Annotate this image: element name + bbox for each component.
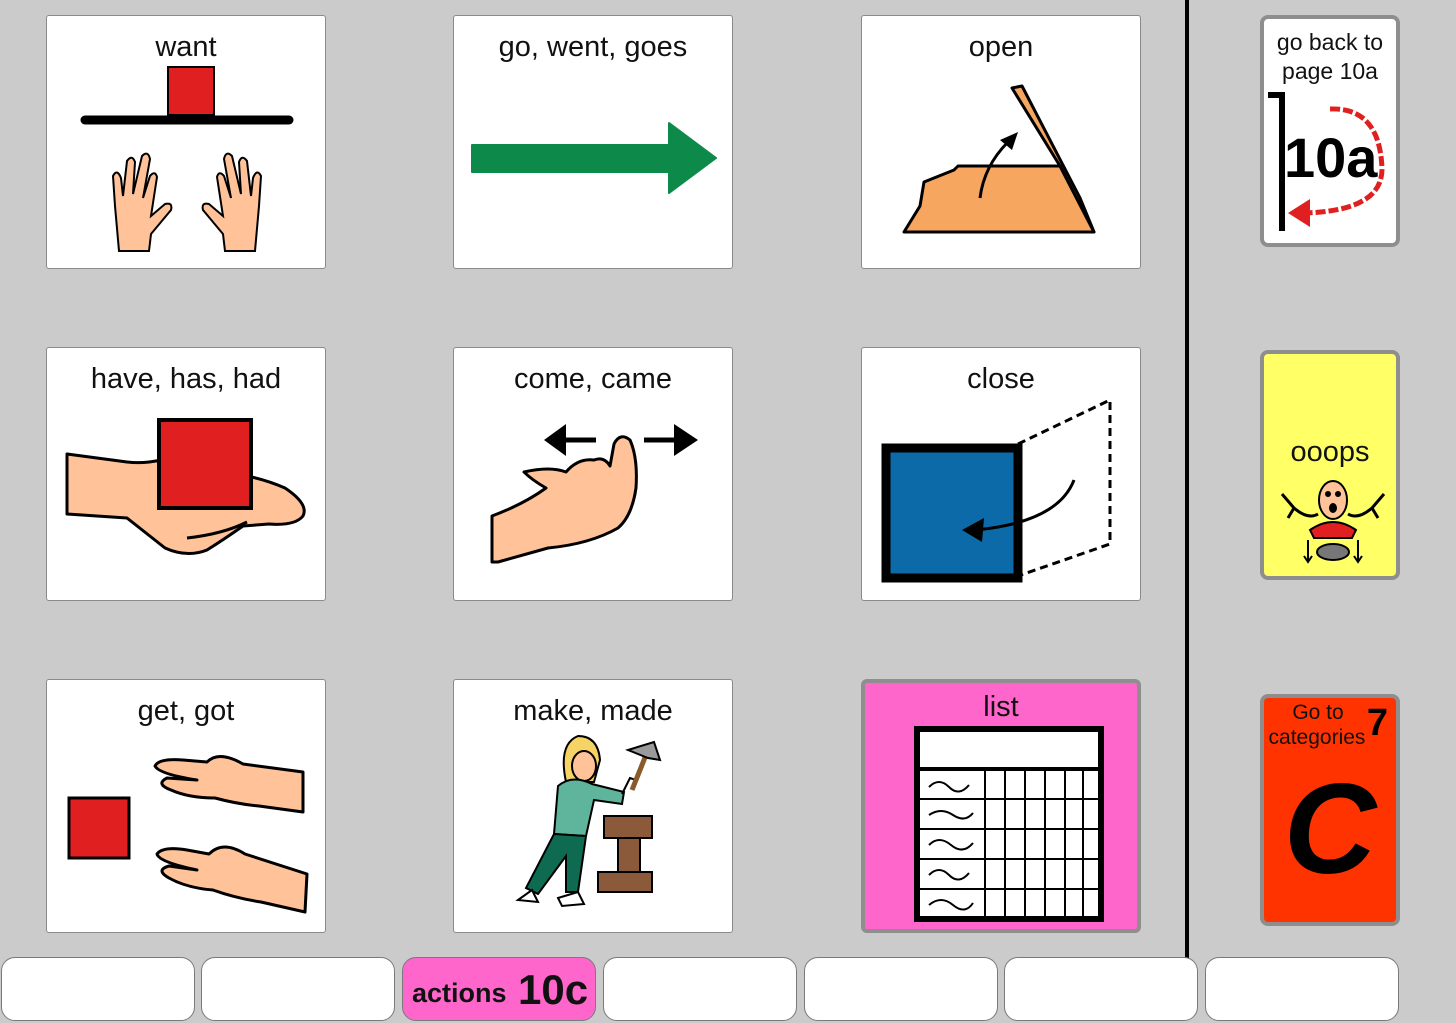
want-button[interactable]: want — [46, 15, 326, 269]
come-button[interactable]: come, came — [453, 347, 733, 601]
tab-2[interactable] — [201, 957, 395, 1021]
tab-actions-word: actions — [412, 978, 507, 1008]
tab-actions-page: 10c — [518, 966, 589, 1013]
tab-6[interactable] — [1004, 957, 1198, 1021]
get-button[interactable]: get, got — [46, 679, 326, 933]
categories-line2: categories — [1268, 726, 1366, 749]
categories-letter: C — [1283, 758, 1377, 901]
categories-line1: Go to — [1292, 701, 1344, 724]
vertical-divider — [1185, 0, 1189, 958]
categories-button[interactable]: Go to categories 7 C — [1260, 694, 1400, 926]
open-button[interactable]: open — [861, 15, 1141, 269]
tab-5[interactable] — [804, 957, 998, 1021]
list-table-icon — [914, 726, 1104, 922]
make-button[interactable]: make, made — [453, 679, 733, 933]
go-back-button[interactable]: go back to page 10a 10a — [1260, 15, 1400, 247]
oops-icon — [1280, 480, 1386, 564]
hand-holding-icon — [65, 418, 306, 555]
beckon-hand-icon — [490, 424, 698, 564]
go-button[interactable]: go, went, goes — [453, 15, 733, 269]
go-back-page: 10a — [1284, 126, 1378, 189]
tab-1[interactable] — [1, 957, 195, 1021]
open-box-icon — [902, 84, 1096, 234]
list-button[interactable]: list — [861, 679, 1141, 933]
tab-7[interactable] — [1205, 957, 1399, 1021]
categories-number: 7 — [1366, 702, 1388, 744]
tab-4[interactable] — [603, 957, 797, 1021]
close-box-icon — [881, 397, 1112, 583]
arrow-right-icon — [471, 122, 717, 194]
close-button[interactable]: close — [861, 347, 1141, 601]
want-icon — [80, 66, 294, 252]
tab-actions[interactable]: actions 10c — [402, 957, 596, 1021]
hammering-person-icon — [515, 734, 662, 908]
hands-grab-icon — [67, 755, 309, 914]
have-button[interactable]: have, has, had — [46, 347, 326, 601]
oops-button[interactable]: ooops — [1260, 350, 1400, 580]
